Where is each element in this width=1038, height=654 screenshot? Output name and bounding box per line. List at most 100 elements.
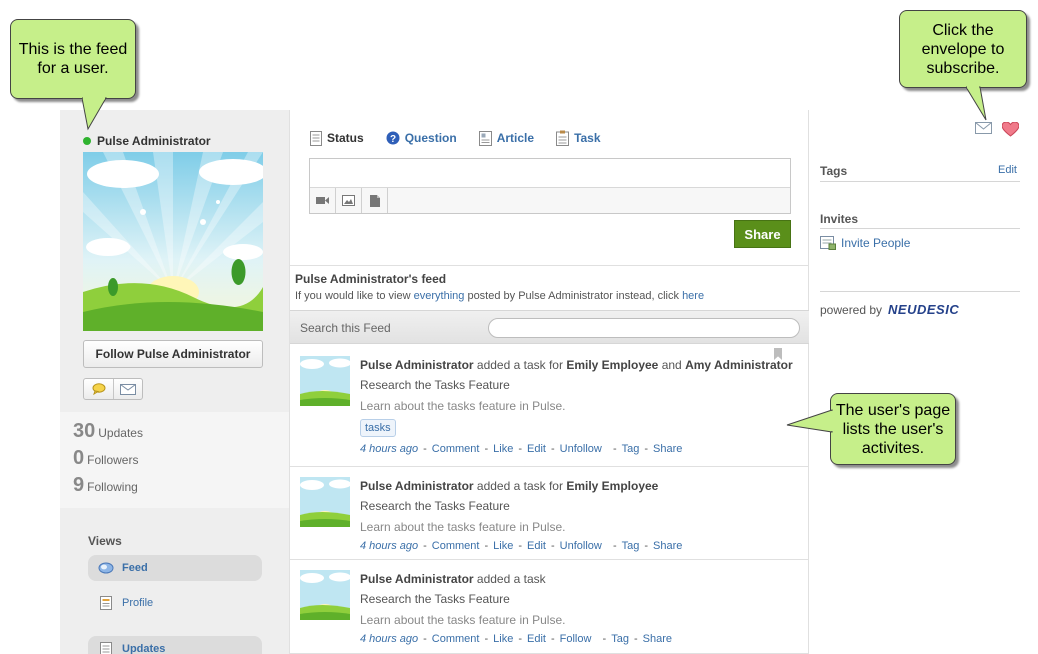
callout-text: This is the feed for a user. xyxy=(18,41,128,77)
feed-item-avatar[interactable] xyxy=(300,477,350,527)
target-link[interactable]: Emily Employee xyxy=(566,358,658,372)
divider xyxy=(820,291,1020,292)
follow-link[interactable]: Follow xyxy=(560,633,592,645)
comment-link[interactable]: Comment xyxy=(432,443,480,455)
stat-label: Followers xyxy=(87,453,139,467)
favorite-button[interactable] xyxy=(1001,121,1020,140)
feed-item-body: Pulse Administrator added a task Researc… xyxy=(360,572,800,645)
unfollow-link[interactable]: Unfollow xyxy=(560,540,602,552)
tags-edit-link[interactable]: Edit xyxy=(998,164,1017,176)
stat-number: 0 xyxy=(73,447,85,469)
actor-link[interactable]: Pulse Administrator xyxy=(360,572,474,586)
callout-activities: The user's page lists the user's activit… xyxy=(830,393,956,465)
target-link[interactable]: Emily Employee xyxy=(566,479,658,493)
edit-link[interactable]: Edit xyxy=(527,443,546,455)
feed-item-avatar[interactable] xyxy=(300,356,350,406)
nav-item-label: Feed xyxy=(122,562,148,574)
timestamp-link[interactable]: 4 hours ago xyxy=(360,633,418,645)
document-icon xyxy=(98,642,114,654)
feed-item-headline: Pulse Administrator added a task xyxy=(360,572,800,586)
share-link[interactable]: Share xyxy=(653,540,682,552)
stat-label: Following xyxy=(87,480,138,494)
edit-link[interactable]: Edit xyxy=(527,540,546,552)
feed-item-title[interactable]: Research the Tasks Feature xyxy=(360,378,800,392)
subscribe-button[interactable] xyxy=(113,379,142,399)
tag-link[interactable]: Tag xyxy=(622,540,640,552)
chat-button[interactable] xyxy=(84,379,113,399)
feed-item-title[interactable]: Research the Tasks Feature xyxy=(360,592,800,606)
everything-link[interactable]: everything xyxy=(414,290,465,302)
feed-item-actions: 4 hours ago - Comment - Like - Edit - Follow - Ta… xyxy=(360,633,672,645)
feed-item-body: Pulse Administrator added a task for Emi… xyxy=(360,479,800,552)
stat-updates[interactable]: 30 Updates xyxy=(73,420,289,447)
neudesic-logo[interactable]: NEUDESIC xyxy=(888,302,959,317)
feed-item-avatar[interactable] xyxy=(300,570,350,620)
profile-action-buttons xyxy=(83,378,143,400)
comment-link[interactable]: Comment xyxy=(432,540,480,552)
tag-link[interactable]: Tag xyxy=(611,633,629,645)
share-button[interactable]: Share xyxy=(734,220,791,248)
nav-item-updates[interactable]: Updates xyxy=(88,636,262,654)
feed-item: Pulse Administrator added a task Researc… xyxy=(290,560,809,654)
feed-header: Pulse Administrator's feed If you would … xyxy=(290,265,809,310)
action-text: added a task for xyxy=(473,479,567,493)
tag-link[interactable]: Tag xyxy=(622,443,640,455)
attach-video-button[interactable] xyxy=(310,188,336,213)
share-link[interactable]: Share xyxy=(653,443,682,455)
status-input[interactable] xyxy=(309,158,791,214)
callout-activities-tail xyxy=(786,409,833,433)
timestamp-link[interactable]: 4 hours ago xyxy=(360,443,418,455)
tab-question[interactable]: ? Question xyxy=(386,130,457,146)
avatar-thumbnail-image xyxy=(300,570,350,620)
stat-number: 9 xyxy=(73,474,85,496)
tab-label: Article xyxy=(496,131,535,145)
action-text: added a task xyxy=(473,572,546,586)
speech-bubble-icon xyxy=(92,383,105,395)
nav-item-label: Profile xyxy=(122,597,154,609)
conj-text: and xyxy=(658,358,686,372)
invite-people-link[interactable]: Invite People xyxy=(820,236,910,250)
search-input[interactable] xyxy=(488,318,800,338)
like-link[interactable]: Like xyxy=(493,633,513,645)
envelope-icon xyxy=(120,383,136,395)
stat-label: Updates xyxy=(98,426,143,440)
comment-link[interactable]: Comment xyxy=(432,633,480,645)
timestamp-link[interactable]: 4 hours ago xyxy=(360,540,418,552)
like-link[interactable]: Like xyxy=(493,540,513,552)
stat-followers[interactable]: 0 Followers xyxy=(73,447,289,474)
unfollow-link[interactable]: Unfollow xyxy=(560,443,602,455)
actor-link[interactable]: Pulse Administrator xyxy=(360,358,474,372)
attach-image-button[interactable] xyxy=(336,188,362,213)
nav-item-profile[interactable]: Profile xyxy=(88,590,262,616)
stat-following[interactable]: 9 Following xyxy=(73,474,289,501)
nav-item-label: Updates xyxy=(122,643,166,654)
status-icon xyxy=(310,130,322,146)
tab-article[interactable]: Article xyxy=(478,130,535,146)
profile-stats: 30 Updates 0 Followers 9 Following xyxy=(60,412,289,508)
profile-name-label: Pulse Administrator xyxy=(97,134,211,148)
like-link[interactable]: Like xyxy=(493,443,513,455)
invite-people-label: Invite People xyxy=(841,236,911,250)
tag-badge[interactable]: tasks xyxy=(360,419,396,437)
tab-status[interactable]: Status xyxy=(310,130,364,146)
follow-button[interactable]: Follow Pulse Administrator xyxy=(83,340,263,368)
tab-task[interactable]: Task xyxy=(556,130,601,146)
nav-item-feed[interactable]: Feed xyxy=(88,555,262,581)
svg-text:?: ? xyxy=(390,134,396,145)
question-icon: ? xyxy=(386,131,400,145)
subscribe-envelope-button[interactable] xyxy=(975,122,992,140)
right-sidebar: Tags Edit Invites Invite People powered … xyxy=(810,110,1038,654)
feed-item-headline: Pulse Administrator added a task for Emi… xyxy=(360,358,800,372)
divider xyxy=(820,228,1020,229)
share-link[interactable]: Share xyxy=(643,633,672,645)
views-title: Views xyxy=(88,534,122,548)
here-link[interactable]: here xyxy=(682,290,704,302)
actor-link[interactable]: Pulse Administrator xyxy=(360,479,474,493)
profile-name: Pulse Administrator xyxy=(83,134,211,148)
feed-item-description: Learn about the tasks feature in Pulse. xyxy=(360,613,566,627)
feed-item-headline: Pulse Administrator added a task for Emi… xyxy=(360,479,800,493)
target-link[interactable]: Amy Administrator xyxy=(685,358,793,372)
feed-item-title[interactable]: Research the Tasks Feature xyxy=(360,499,800,513)
edit-link[interactable]: Edit xyxy=(527,633,546,645)
attach-file-button[interactable] xyxy=(362,188,388,213)
